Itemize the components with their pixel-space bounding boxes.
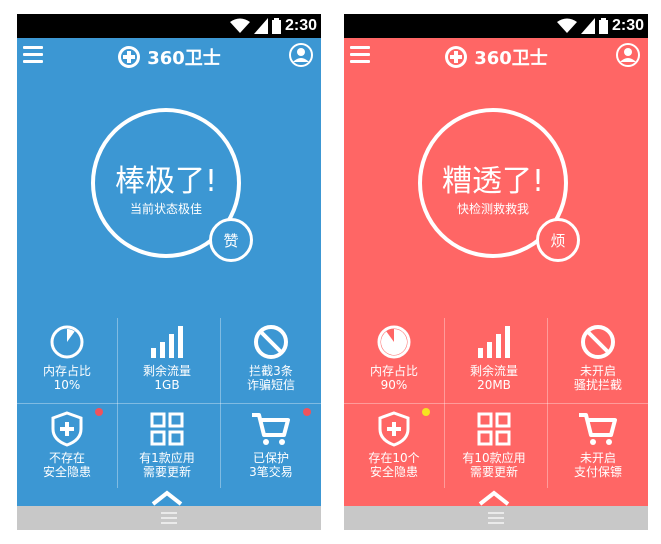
tile-value: 需要更新: [469, 465, 518, 479]
shield-icon: [51, 411, 83, 447]
signal-icon: [253, 18, 268, 34]
main-screen: 360卫士 糟透了! 快检测救救我 烦 内存占比 90% 剩余流量 20MB 未开启…: [344, 38, 648, 506]
user-icon[interactable]: [289, 43, 313, 67]
cart-icon: [579, 413, 617, 445]
tile-value: 骚扰拦截: [573, 378, 622, 392]
feature-grid: 内存占比 90% 剩余流量 20MB 未开启 骚扰拦截 存在10个 安全隐患 有10款应…: [344, 318, 648, 488]
tile-memory[interactable]: 内存占比 10%: [17, 318, 117, 403]
status-text: 糟透了!: [441, 164, 545, 199]
tile-label: 不存在: [48, 451, 85, 465]
tile-traffic[interactable]: 剩余流量 20MB: [444, 318, 544, 403]
pie-icon: [50, 325, 84, 359]
tile-app-update[interactable]: 有1款应用 需要更新: [117, 405, 217, 490]
tile-value: 安全隐患: [369, 465, 418, 479]
tile-security[interactable]: 存在10个 安全隐患: [344, 405, 444, 490]
battery-icon: [271, 18, 281, 34]
clock: 2:30: [611, 17, 644, 34]
status-bar: 2:30: [17, 14, 321, 38]
bottom-bar: [344, 506, 648, 530]
grid-icon: [477, 412, 511, 446]
tile-memory[interactable]: 内存占比 90%: [344, 318, 444, 403]
cart-icon: [252, 413, 290, 445]
tile-security[interactable]: 不存在 安全隐患: [17, 405, 117, 490]
annoyed-button[interactable]: 烦: [536, 218, 580, 262]
app-title: 360卫士: [147, 48, 221, 69]
app-title: 360卫士: [474, 48, 548, 69]
signal-icon: [580, 18, 595, 34]
tile-label: 内存占比: [369, 364, 418, 378]
tile-value: 3笔交易: [249, 465, 293, 479]
alert-dot: [95, 408, 103, 416]
tile-payment[interactable]: 未开启 支付保镖: [548, 405, 648, 490]
status-subtext: 当前状态极佳: [129, 202, 202, 216]
shield-icon: [378, 411, 410, 447]
tile-label: 拦截3条: [249, 364, 293, 378]
tile-value: 90%: [380, 378, 408, 392]
tile-label: 剩余流量: [469, 364, 518, 378]
battery-icon: [598, 18, 608, 34]
tile-label: 内存占比: [42, 364, 91, 378]
tile-sms-block[interactable]: 拦截3条 诈骗短信: [221, 318, 321, 403]
feature-grid: 内存占比 10% 剩余流量 1GB 拦截3条 诈骗短信 不存在 安全隐患 有1款应用 需要…: [17, 318, 321, 488]
logo-icon: [118, 46, 141, 68]
tile-label: 未开启: [579, 364, 616, 378]
phone-screen-good: 2:30 360卫士 棒极了! 当前状态极佳 赞 内存占比 10% 剩余流量 1…: [17, 14, 321, 530]
tile-label: 存在10个: [368, 451, 420, 465]
bars-icon: [151, 326, 183, 358]
block-icon: [581, 325, 615, 359]
clock: 2:30: [284, 17, 317, 34]
tile-label: 有1款应用: [139, 451, 195, 465]
tile-value: 10%: [53, 378, 81, 392]
tile-app-update[interactable]: 有10款应用 需要更新: [444, 405, 544, 490]
tile-label: 已保护: [252, 451, 289, 465]
wifi-icon: [556, 18, 577, 33]
wifi-icon: [229, 18, 250, 33]
handle-icon[interactable]: [488, 512, 504, 524]
logo-icon: [445, 46, 468, 68]
status-text: 棒极了!: [114, 164, 218, 199]
tile-label: 未开启: [579, 451, 616, 465]
grid-icon: [150, 412, 184, 446]
main-screen: 360卫士 棒极了! 当前状态极佳 赞 内存占比 10% 剩余流量 1GB 拦截3条…: [17, 38, 321, 506]
user-icon[interactable]: [616, 43, 640, 67]
status-bar: 2:30: [344, 14, 648, 38]
tile-label: 剩余流量: [142, 364, 191, 378]
phone-screen-bad: 2:30 360卫士 糟透了! 快检测救救我 烦 内存占比 90% 剩余流量 2…: [344, 14, 648, 530]
bars-icon: [478, 326, 510, 358]
handle-icon[interactable]: [161, 512, 177, 524]
like-button[interactable]: 赞: [209, 218, 253, 262]
tile-payment[interactable]: 已保护 3笔交易: [221, 405, 321, 490]
chevron-up-icon[interactable]: [476, 490, 512, 506]
tile-traffic[interactable]: 剩余流量 1GB: [117, 318, 217, 403]
tile-label: 有10款应用: [462, 451, 526, 465]
app-header: 360卫士: [344, 44, 648, 70]
tile-harass-block[interactable]: 未开启 骚扰拦截: [548, 318, 648, 403]
app-header: 360卫士: [17, 44, 321, 70]
alert-dot: [303, 408, 311, 416]
tile-value: 1GB: [154, 378, 180, 392]
pie-icon: [377, 325, 411, 359]
tile-value: 支付保镖: [573, 465, 622, 479]
tile-value: 20MB: [477, 378, 511, 392]
status-subtext: 快检测救救我: [456, 202, 529, 216]
tile-value: 诈骗短信: [246, 378, 295, 392]
block-icon: [254, 325, 288, 359]
alert-dot: [422, 408, 430, 416]
tile-value: 需要更新: [142, 465, 191, 479]
bottom-bar: [17, 506, 321, 530]
chevron-up-icon[interactable]: [149, 490, 185, 506]
tile-value: 安全隐患: [42, 465, 91, 479]
